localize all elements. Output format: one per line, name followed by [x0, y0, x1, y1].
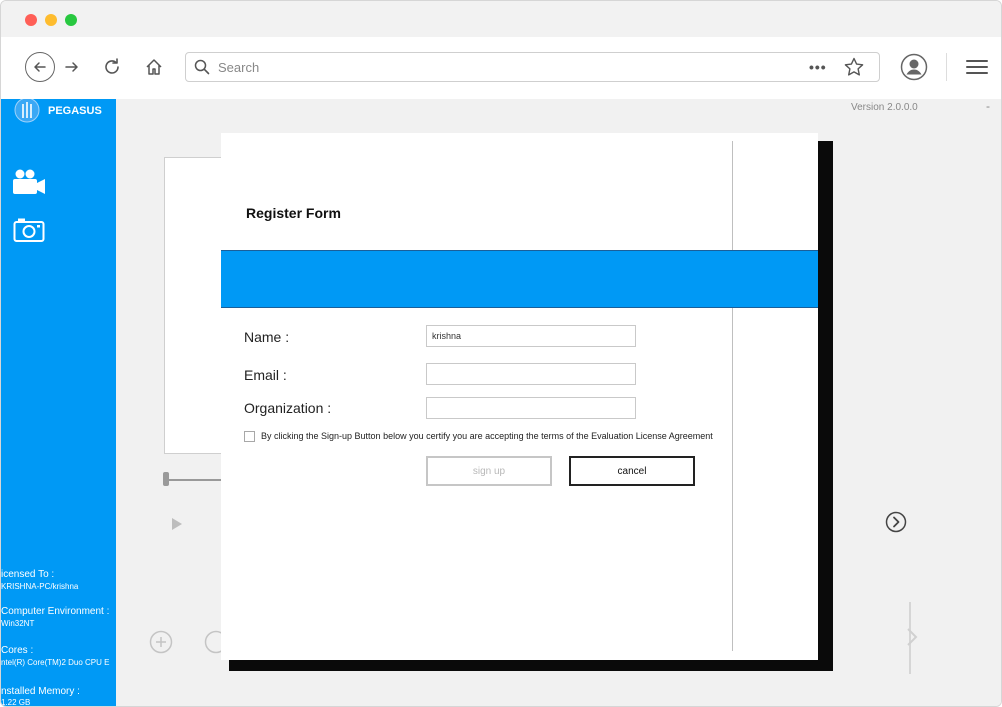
- photo-camera-icon[interactable]: [13, 217, 45, 243]
- chevron-right-icon[interactable]: [906, 627, 918, 647]
- video-camera-icon[interactable]: [12, 169, 46, 197]
- dialog-title: Register Form: [246, 205, 341, 221]
- maximize-window-button[interactable]: [65, 14, 77, 26]
- bookmark-star-icon[interactable]: [843, 56, 865, 78]
- menu-button[interactable]: [963, 52, 991, 82]
- cancel-button[interactable]: cancel: [569, 456, 695, 486]
- search-input[interactable]: [218, 53, 778, 81]
- licensed-to-value: KRISHNA-PC/krishna: [1, 582, 79, 591]
- play-icon[interactable]: [171, 517, 183, 531]
- pegasus-app: PEGASUS icensed To : KRISHNA-PC/krishna …: [1, 99, 1001, 707]
- computer-environment-label: Computer Environment :: [1, 606, 110, 617]
- forward-button[interactable]: [61, 52, 83, 82]
- computer-environment-value: Win32NT: [1, 619, 35, 628]
- sign-up-button[interactable]: sign up: [426, 456, 552, 486]
- reload-button[interactable]: [99, 52, 125, 82]
- minimize-panel-button[interactable]: -: [986, 99, 990, 113]
- minimize-window-button[interactable]: [45, 14, 57, 26]
- preview-frame: [164, 157, 224, 454]
- search-bar[interactable]: •••: [185, 52, 880, 82]
- back-button[interactable]: [25, 52, 55, 82]
- version-label: Version 2.0.0.0: [851, 102, 918, 113]
- profile-icon: [900, 53, 928, 81]
- terms-text: By clicking the Sign-up Button below you…: [261, 431, 713, 441]
- forward-icon: [65, 62, 78, 72]
- installed-memory-value: 1.22 GB: [1, 698, 31, 707]
- pegasus-logo-icon: [14, 99, 40, 123]
- browser-window: ••• PEGASUS icensed To : KRISHNA-PC/kris…: [0, 0, 1002, 707]
- register-form-dialog: Register Form Name : Email : Organizatio…: [221, 133, 818, 660]
- installed-memory-label: nstalled Memory :: [1, 686, 80, 697]
- home-icon: [146, 59, 162, 75]
- toolbar-divider: [946, 53, 947, 81]
- timeline-slider-track[interactable]: [166, 479, 226, 481]
- reload-icon: [105, 58, 119, 74]
- cores-label: Cores :: [1, 645, 34, 656]
- back-icon: [34, 62, 46, 72]
- organization-input[interactable]: [426, 397, 636, 419]
- add-icon[interactable]: [149, 630, 173, 654]
- licensed-to-label: icensed To :: [1, 569, 55, 580]
- name-input[interactable]: [426, 325, 636, 347]
- home-button[interactable]: [141, 52, 167, 82]
- email-label: Email :: [244, 367, 287, 383]
- cores-value: ntel(R) Core(TM)2 Duo CPU E: [1, 658, 110, 667]
- search-icon: [194, 59, 210, 75]
- browser-toolbar: •••: [1, 37, 1001, 99]
- dialog-divider: [732, 141, 733, 651]
- dialog-header-band: [221, 250, 818, 308]
- menu-icon: [966, 60, 988, 74]
- next-arrow-icon[interactable]: [885, 511, 907, 533]
- email-input[interactable]: [426, 363, 636, 385]
- profile-button[interactable]: [899, 52, 929, 82]
- title-bar: [1, 1, 1001, 37]
- organization-label: Organization :: [244, 400, 332, 416]
- sidebar: PEGASUS icensed To : KRISHNA-PC/krishna …: [1, 99, 116, 707]
- close-window-button[interactable]: [25, 14, 37, 26]
- terms-checkbox[interactable]: [244, 431, 255, 442]
- app-name: PEGASUS: [48, 105, 102, 117]
- timeline-slider-handle[interactable]: [163, 472, 169, 486]
- page-actions-more-button[interactable]: •••: [809, 59, 827, 75]
- name-label: Name :: [244, 329, 290, 345]
